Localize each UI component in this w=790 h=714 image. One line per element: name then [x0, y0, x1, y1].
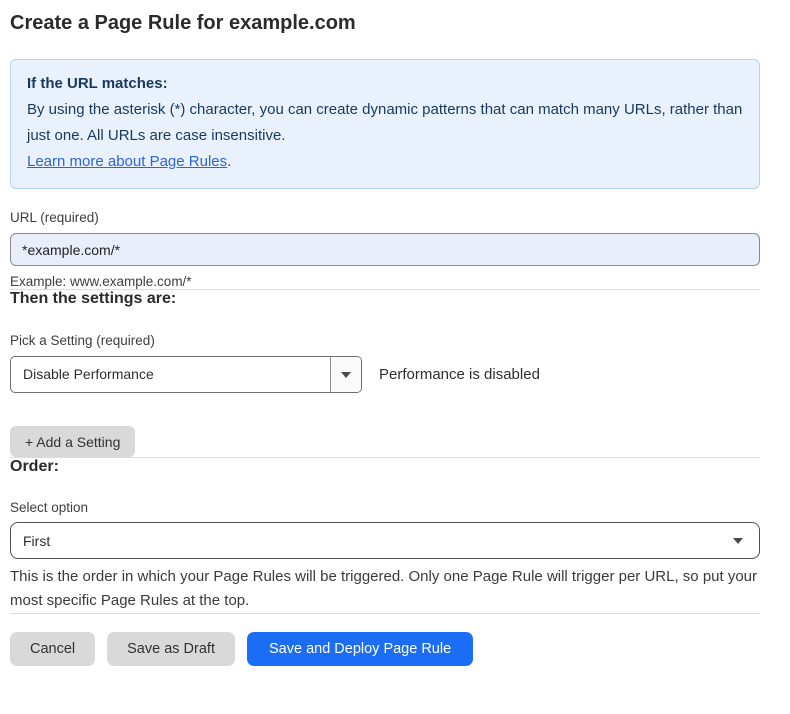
url-input[interactable] — [10, 233, 760, 266]
link-period: . — [227, 153, 231, 170]
divider — [10, 613, 760, 614]
setting-picker-label: Pick a Setting (required) — [10, 333, 760, 348]
cancel-button[interactable]: Cancel — [10, 632, 95, 666]
add-setting-button[interactable]: + Add a Setting — [10, 426, 135, 457]
setting-picker-row: Disable Performance Performance is disab… — [10, 356, 760, 393]
order-section-heading: Order: — [10, 458, 760, 476]
page-title: Create a Page Rule for example.com — [10, 12, 760, 35]
setting-select[interactable]: Disable Performance — [10, 356, 362, 393]
create-page-rule-panel: Create a Page Rule for example.com If th… — [0, 0, 790, 686]
order-select[interactable]: First — [10, 522, 760, 559]
order-help-text: This is the order in which your Page Rul… — [10, 565, 760, 613]
learn-more-link[interactable]: Learn more about Page Rules — [27, 153, 227, 170]
info-box-link-row: Learn more about Page Rules. — [27, 149, 743, 175]
url-example-text: Example: www.example.com/* — [10, 274, 760, 289]
info-box-body: By using the asterisk (*) character, you… — [27, 97, 743, 149]
url-field-label: URL (required) — [10, 210, 760, 225]
setting-status-text: Performance is disabled — [379, 366, 540, 383]
url-match-info-box: If the URL matches: By using the asteris… — [10, 59, 760, 189]
footer-actions: Cancel Save as Draft Save and Deploy Pag… — [10, 632, 760, 666]
order-select-value: First — [23, 533, 50, 549]
info-box-heading: If the URL matches: — [27, 71, 743, 97]
setting-select-value: Disable Performance — [11, 357, 330, 392]
save-as-draft-button[interactable]: Save as Draft — [107, 632, 235, 666]
setting-select-arrow-button[interactable] — [330, 357, 361, 392]
save-and-deploy-button[interactable]: Save and Deploy Page Rule — [247, 632, 473, 666]
chevron-down-icon — [733, 538, 743, 544]
order-select-label: Select option — [10, 500, 760, 515]
settings-section-heading: Then the settings are: — [10, 290, 760, 308]
chevron-down-icon — [341, 372, 351, 378]
